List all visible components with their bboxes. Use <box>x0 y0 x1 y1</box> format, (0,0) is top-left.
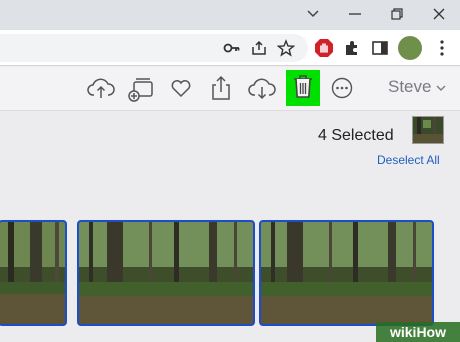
key-icon[interactable] <box>220 36 244 60</box>
adblock-extension-icon[interactable] <box>312 36 336 60</box>
restore-button[interactable] <box>386 4 408 24</box>
photo-thumbnail-1[interactable] <box>0 220 67 326</box>
minimize-button[interactable] <box>344 4 366 24</box>
share-page-icon[interactable] <box>247 36 271 60</box>
side-panel-icon[interactable] <box>368 36 392 60</box>
photo-thumbnail-3[interactable] <box>259 220 434 326</box>
wikihow-watermark: wikiHow <box>376 322 460 342</box>
delete-button-highlight[interactable] <box>286 70 320 106</box>
extensions-puzzle-icon[interactable] <box>340 36 364 60</box>
window-titlebar <box>0 0 460 30</box>
more-options-icon[interactable] <box>327 73 357 103</box>
download-icon[interactable] <box>247 73 277 103</box>
profile-avatar[interactable] <box>398 36 422 60</box>
selected-count: 4 Selected <box>318 127 394 144</box>
bookmark-star-icon[interactable] <box>274 36 298 60</box>
user-menu[interactable]: Steve <box>388 77 446 97</box>
user-name: Steve <box>388 77 432 96</box>
close-window-button[interactable] <box>428 4 450 24</box>
add-to-album-icon[interactable] <box>126 73 156 103</box>
photos-toolbar: Steve <box>0 67 460 111</box>
photo-thumbnail-2[interactable] <box>77 220 255 326</box>
favorite-heart-icon[interactable] <box>166 73 196 103</box>
browser-menu-icon[interactable] <box>430 36 454 60</box>
trash-icon[interactable] <box>292 73 314 104</box>
upload-icon[interactable] <box>86 73 116 103</box>
share-icon[interactable] <box>206 73 236 103</box>
selection-preview-thumbnail <box>412 116 444 144</box>
browser-toolbar <box>0 30 460 66</box>
chevron-down-icon <box>436 77 446 96</box>
deselect-all-link[interactable]: Deselect All <box>377 153 440 167</box>
tab-search-chevron-icon[interactable] <box>302 4 324 24</box>
